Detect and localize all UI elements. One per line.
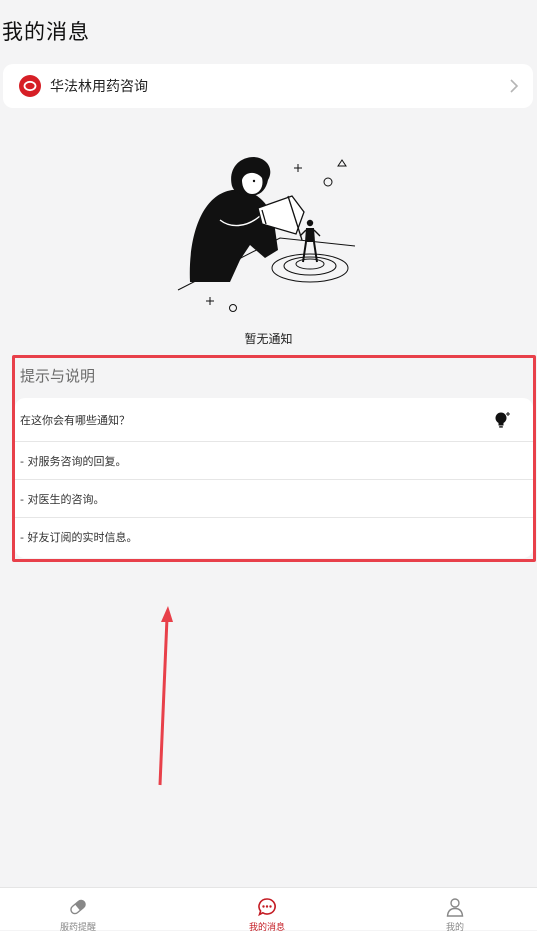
page-title: 我的消息 bbox=[2, 20, 90, 44]
tab-my-messages[interactable]: 我的消息 bbox=[207, 888, 327, 931]
consult-entry[interactable]: 华法林用药咨询 bbox=[3, 64, 533, 108]
empty-state-text: 暂无通知 bbox=[244, 332, 293, 346]
tip-text: - 好友订阅的实时信息。 bbox=[20, 531, 138, 544]
annotation-arrow-icon bbox=[158, 606, 173, 786]
tab-label: 我的 bbox=[445, 923, 464, 931]
tab-me[interactable]: 我的 bbox=[395, 888, 515, 931]
bottom-tab-bar: 服药提醒 我的消息 我的 bbox=[0, 887, 537, 931]
tip-text: - 对医生的咨询。 bbox=[20, 492, 105, 506]
tip-row-question: 在这你会有哪些通知？ bbox=[15, 398, 533, 442]
chat-bubble-icon bbox=[258, 898, 276, 917]
tip-row: - 好友订阅的实时信息。 bbox=[15, 518, 533, 556]
brand-logo-icon bbox=[19, 75, 41, 97]
tip-row: - 对医生的咨询。 bbox=[15, 480, 533, 518]
megaphone-illustration bbox=[177, 157, 356, 312]
tab-medication-reminder[interactable]: 服药提醒 bbox=[18, 888, 138, 931]
tip-text: 在这你会有哪些通知？ bbox=[20, 413, 130, 427]
pill-icon bbox=[70, 899, 86, 915]
lightbulb-icon bbox=[495, 412, 510, 428]
tab-label: 我的消息 bbox=[248, 923, 285, 931]
tip-row: - 对服务咨询的回复。 bbox=[15, 442, 533, 480]
tips-title: 提示与说明 bbox=[20, 367, 96, 385]
tips-card: 在这你会有哪些通知？ - 对服务咨询的回复。 - 对医生的咨询。 - 好友订阅的… bbox=[15, 398, 533, 558]
tab-label: 服药提醒 bbox=[59, 923, 96, 931]
chevron-right-icon bbox=[510, 79, 519, 93]
tip-text: - 对服务咨询的回复。 bbox=[20, 454, 127, 468]
user-icon bbox=[446, 898, 464, 917]
consult-label: 华法林用药咨询 bbox=[50, 79, 148, 95]
